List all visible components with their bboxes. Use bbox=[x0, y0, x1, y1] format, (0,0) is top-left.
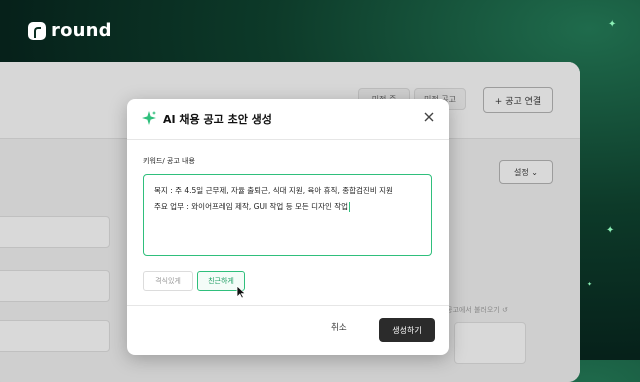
sparkle-icon: ✦ bbox=[606, 225, 615, 236]
sparkle-icon: ✦ bbox=[608, 19, 617, 30]
ai-sparkle-icon bbox=[142, 111, 156, 125]
select-field[interactable] bbox=[0, 216, 110, 248]
brand-name: round bbox=[51, 20, 112, 41]
add-posting-button[interactable]: + 공고 연결 bbox=[483, 87, 553, 113]
cancel-button[interactable]: 취소 bbox=[331, 321, 347, 333]
keyword-textarea-value: 복지 : 주 4.5일 근무제, 자율 출퇴근, 식대 지원, 육아 휴직, 종… bbox=[154, 186, 393, 211]
mouse-pointer-icon bbox=[236, 285, 247, 299]
keyword-field-label: 키워드/ 공고 내용 bbox=[143, 157, 195, 165]
ai-draft-modal: AI 채용 공고 초안 생성 키워드/ 공고 내용 복지 : 주 4.5일 근무… bbox=[127, 99, 449, 355]
select-field[interactable] bbox=[0, 270, 110, 302]
select-field[interactable] bbox=[0, 320, 110, 352]
generate-button[interactable]: 생성하기 bbox=[379, 318, 435, 342]
import-hint: 공고에서 불러오기 ↺ bbox=[446, 306, 508, 314]
chevron-down-icon: ⌄ bbox=[531, 167, 538, 177]
modal-footer-divider bbox=[127, 305, 449, 306]
settings-label: 설정 bbox=[514, 167, 529, 177]
keyword-textarea[interactable]: 복지 : 주 4.5일 근무제, 자율 출퇴근, 식대 지원, 육아 휴직, 종… bbox=[143, 174, 432, 256]
brand-logo: round bbox=[28, 20, 112, 41]
round-logo-icon bbox=[28, 21, 46, 40]
import-hint-text: 공고에서 불러오기 bbox=[446, 306, 500, 314]
modal-title: AI 채용 공고 초안 생성 bbox=[163, 113, 272, 126]
sparkle-icon: ✦ bbox=[587, 281, 593, 288]
side-panel-box bbox=[454, 322, 526, 364]
settings-button[interactable]: 설정 ⌄ bbox=[499, 160, 553, 184]
close-icon[interactable] bbox=[421, 109, 437, 125]
modal-header: AI 채용 공고 초안 생성 bbox=[127, 99, 449, 140]
text-caret bbox=[349, 202, 351, 212]
tone-formal-button[interactable]: 격식있게 bbox=[143, 271, 193, 291]
